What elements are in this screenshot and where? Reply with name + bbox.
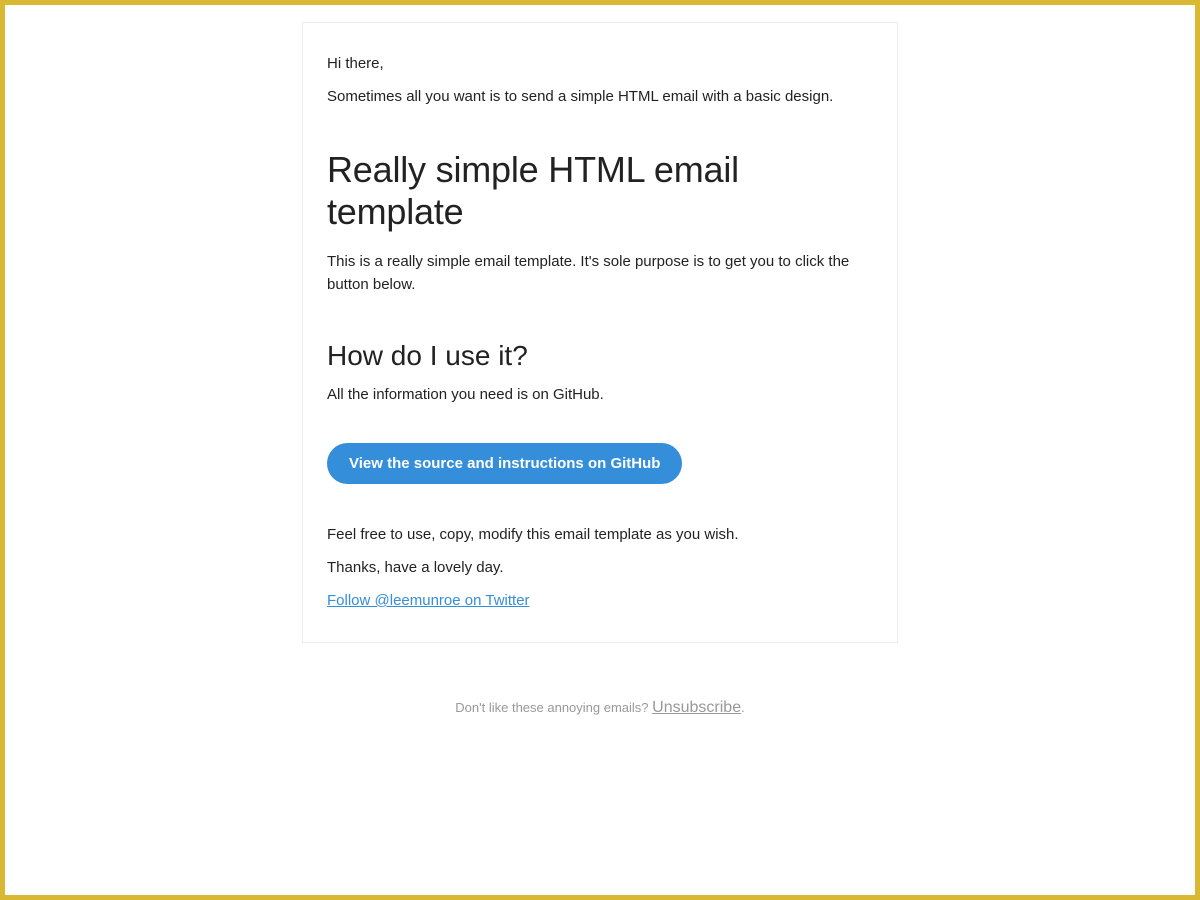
body-text-1: This is a really simple email template. … — [327, 251, 873, 296]
greeting-text: Hi there, — [327, 55, 873, 72]
footer-period: . — [741, 700, 745, 715]
intro-text: Sometimes all you want is to send a simp… — [327, 88, 873, 105]
github-info-text: All the information you need is on GitHu… — [327, 386, 873, 403]
unsubscribe-link[interactable]: Unsubscribe — [652, 699, 741, 716]
email-footer: Don't like these annoying emails? Unsubs… — [302, 699, 898, 717]
thanks-text: Thanks, have a lovely day. — [327, 559, 873, 576]
twitter-follow-link[interactable]: Follow @leemunroe on Twitter — [327, 592, 530, 609]
email-card: Hi there, Sometimes all you want is to s… — [302, 22, 898, 643]
footer-dislike-text: Don't like these annoying emails? — [455, 700, 652, 715]
usage-heading: How do I use it? — [327, 340, 873, 372]
usage-permission-text: Feel free to use, copy, modify this emai… — [327, 526, 873, 543]
main-heading: Really simple HTML email template — [327, 149, 873, 233]
github-cta-button[interactable]: View the source and instructions on GitH… — [327, 443, 682, 484]
